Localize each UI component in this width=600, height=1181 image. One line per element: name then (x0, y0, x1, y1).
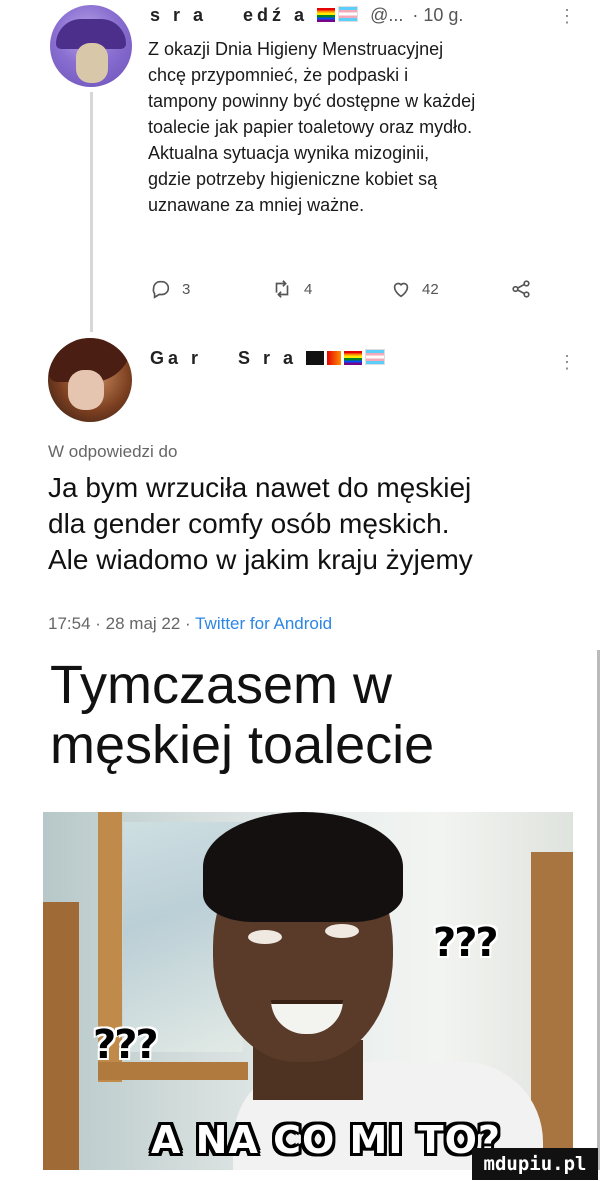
question-marks-text: ??? (433, 920, 499, 966)
rainbow-flag-icon (317, 8, 336, 22)
author-name-part: Ga r (150, 348, 203, 368)
author-name-part: S r a (238, 348, 298, 368)
tweet-meta: 17:54 · 28 maj 22 · Twitter for Android (48, 614, 332, 634)
meme-image: ??? ??? A NA CO MI TO? (43, 812, 573, 1170)
tweet-text: Ja bym wrzuciła nawet do męskiej dla gen… (48, 472, 473, 575)
share-button[interactable] (510, 278, 532, 300)
progress-flag-icon (327, 351, 342, 365)
rainbow-flag-icon (344, 351, 363, 365)
retweet-icon (275, 280, 289, 298)
like-icon (393, 282, 409, 298)
person-eye (248, 930, 282, 944)
like-button[interactable]: 42 (390, 278, 510, 300)
door-frame (43, 902, 79, 1170)
more-options-icon[interactable]: ⋮ (558, 352, 576, 373)
tweet-actions: 3 4 42 (150, 274, 560, 304)
meme-bottom-text: A NA CO MI TO? (151, 1118, 501, 1162)
reply-to-label: W odpowiedzi do (48, 442, 178, 461)
retweet-count: 4 (304, 280, 313, 298)
avatar-face (76, 43, 108, 83)
reply-button[interactable]: 3 (150, 278, 270, 300)
more-options-icon[interactable]: ⋮ (558, 6, 576, 27)
avatar[interactable] (50, 5, 132, 87)
tweet-time: · 10 g. (412, 5, 464, 25)
trans-flag-icon (338, 6, 359, 22)
author-name[interactable]: Ga r S r a (150, 348, 388, 369)
meme-caption: Tymczasem w męskiej toalecie (50, 655, 435, 775)
watermark-logo: mdupiu.pl (472, 1148, 598, 1180)
question-marks-text: ??? (93, 1022, 159, 1068)
avatar-face (68, 370, 104, 410)
retweet-button[interactable]: 4 (270, 278, 390, 300)
black-flag-icon (306, 351, 325, 365)
tweet-timestamp: 17:54 · 28 maj 22 · (48, 614, 196, 633)
tweet-text: Z okazji Dnia Higieny Menstruacyjnej chc… (148, 39, 476, 215)
person-eye (325, 924, 359, 938)
author-name-part: edź a (243, 5, 309, 25)
like-count: 42 (422, 280, 439, 298)
author-name-part: s r a (150, 5, 208, 25)
trans-flag-icon (365, 349, 386, 365)
share-icon (512, 280, 530, 298)
thread-line (90, 92, 93, 332)
author-name[interactable]: s r a edź a @... · 10 g. (150, 5, 463, 26)
avatar[interactable] (48, 338, 132, 422)
reply-count: 3 (182, 280, 191, 298)
reply-icon (152, 280, 170, 299)
tweet-source-link[interactable]: Twitter for Android (195, 614, 332, 633)
author-handle: @... (370, 5, 404, 25)
person-hair (203, 812, 403, 922)
